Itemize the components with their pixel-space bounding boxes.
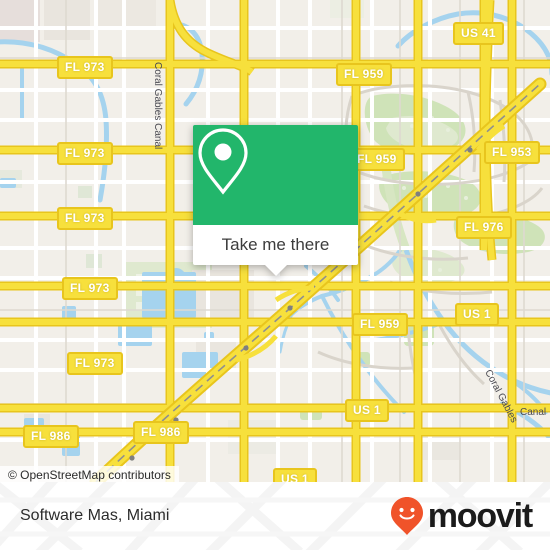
destination-callout-card[interactable]: Take me there — [193, 125, 358, 276]
road-shield: FL 959 — [336, 63, 392, 86]
callout-card-tail — [264, 265, 287, 276]
road-shield: FL 976 — [456, 216, 512, 239]
waterway-label: Canal — [520, 407, 547, 418]
road-shield: US 1 — [345, 399, 389, 422]
road-shield: FL 973 — [57, 56, 113, 79]
road-shield: FL 953 — [484, 141, 540, 164]
page-title: Software Mas, Miami — [20, 507, 170, 524]
road-shield: US 1 — [455, 303, 499, 326]
waterway-label: Coral Gables Canal — [152, 62, 163, 150]
road-shield: FL 973 — [67, 352, 123, 375]
map-pin-icon — [198, 128, 248, 195]
map-canvas[interactable]: FL 973 FL 959 US 41 FL 973 FL 959 FL 953… — [0, 0, 550, 482]
road-shield: US 1 — [273, 468, 317, 482]
moovit-wordmark: moovit — [427, 497, 533, 535]
osm-attribution-text: © OpenStreetMap contributors — [8, 468, 171, 482]
moovit-smiley-pin-icon — [390, 497, 423, 535]
road-shield: US 41 — [453, 22, 504, 45]
callout-card-header — [193, 125, 358, 225]
road-shield: FL 959 — [352, 313, 408, 336]
callout-card-action[interactable]: Take me there — [193, 225, 358, 265]
footer-bar: Software Mas, Miami moovit — [0, 482, 550, 550]
moovit-logo: moovit — [390, 496, 533, 536]
moovit-map-screen: FL 973 FL 959 US 41 FL 973 FL 959 FL 953… — [0, 0, 550, 550]
osm-attribution[interactable]: © OpenStreetMap contributors — [0, 466, 179, 482]
road-shield: FL 973 — [62, 277, 118, 300]
road-shield: FL 973 — [57, 207, 113, 230]
road-shield: FL 986 — [133, 421, 189, 444]
road-shield: FL 973 — [57, 142, 113, 165]
take-me-there-label: Take me there — [221, 235, 330, 254]
road-shield: FL 986 — [23, 425, 79, 448]
